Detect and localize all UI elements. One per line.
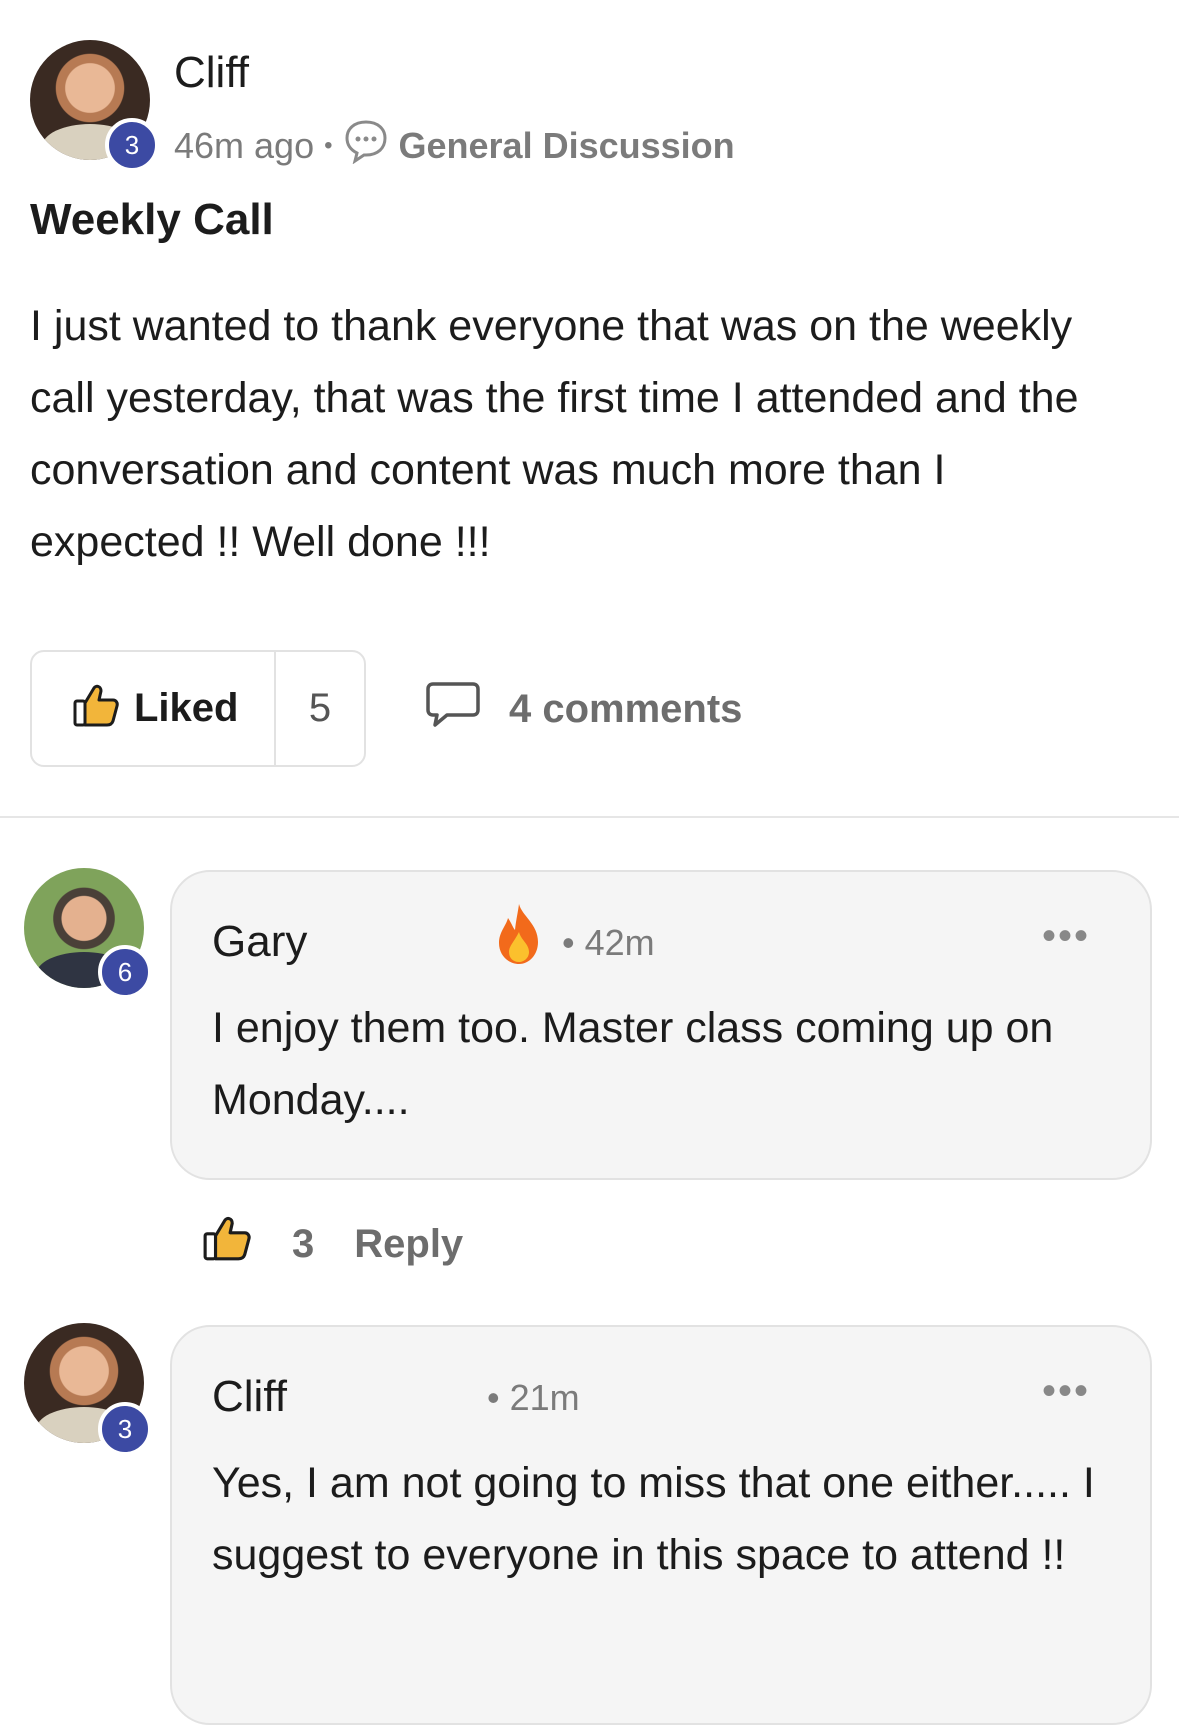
comment-time: • 42m	[562, 922, 655, 963]
comment-like-button[interactable]	[202, 1215, 252, 1273]
comment-actions: 3 Reply	[202, 1215, 463, 1273]
post-category-link[interactable]: General Discussion	[399, 125, 735, 167]
comment-author-level-badge: 6	[98, 945, 152, 999]
fire-icon	[494, 902, 544, 971]
category-bubble-icon	[343, 118, 389, 173]
post-meta: 46m ago • General Discussion	[174, 118, 735, 173]
section-divider	[0, 816, 1179, 818]
comment-bubble-icon	[425, 680, 481, 738]
comment-text: I enjoy them too. Master class coming up…	[212, 1004, 1054, 1124]
comment-bubble: Cliff • 21m ••• Yes, I am not going to m…	[170, 1325, 1152, 1725]
like-label: Liked	[134, 686, 239, 730]
post-author-level-badge: 3	[105, 118, 159, 172]
comments-button[interactable]: 4 comments	[425, 680, 742, 738]
meta-separator: •	[324, 131, 333, 159]
like-count[interactable]: 5	[276, 652, 364, 765]
comment-author-name[interactable]: Gary	[212, 917, 307, 967]
comment-reply-button[interactable]: Reply	[354, 1222, 463, 1267]
thumbs-up-icon	[72, 683, 120, 734]
post-body: I just wanted to thank everyone that was…	[30, 302, 1079, 566]
comment-time: • 21m	[487, 1377, 580, 1418]
post-title: Weekly Call	[30, 195, 274, 244]
post-time: 46m ago	[174, 124, 315, 166]
comment-like-count: 3	[292, 1221, 315, 1266]
like-control: Liked 5	[30, 650, 366, 767]
like-button[interactable]: Liked	[32, 652, 276, 765]
comment-author-name[interactable]: Cliff	[212, 1372, 287, 1422]
comment-more-button[interactable]: •••	[1042, 1369, 1090, 1414]
comment-author-level-badge: 3	[98, 1402, 152, 1456]
post-author-name[interactable]: Cliff	[174, 48, 249, 98]
comment-more-button[interactable]: •••	[1042, 914, 1090, 959]
comment-bubble: Gary • 42m ••• I enjoy them too. Master …	[170, 870, 1152, 1180]
comment-text: Yes, I am not going to miss that one eit…	[212, 1459, 1095, 1579]
comments-count-label: 4 comments	[509, 686, 743, 731]
